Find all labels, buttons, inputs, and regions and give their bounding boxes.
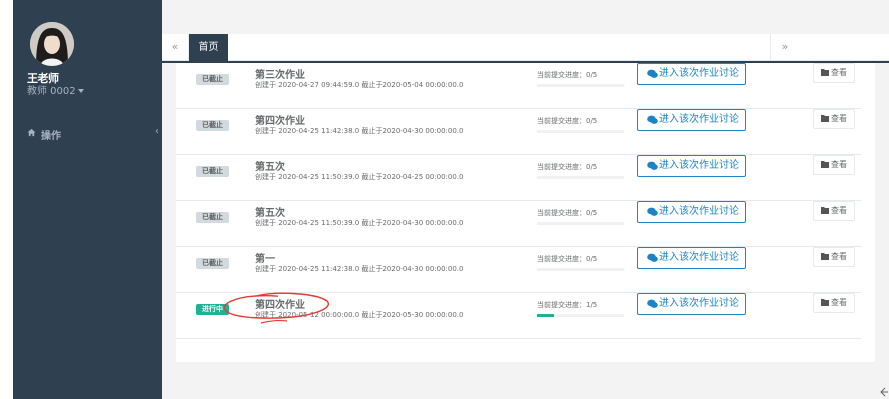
folder-icon [821, 115, 829, 122]
homework-title: 第一 [255, 254, 275, 265]
progress-bar [537, 314, 624, 317]
arrow-left-icon [880, 387, 888, 397]
main-content: « 首页 » 已截止 第三次作业 创建于 2020-04-27 09:44:59… [162, 0, 889, 399]
view-button[interactable]: 查看 [813, 201, 855, 221]
homework-row: 进行中 第四次作业 创建于 2020-05-12 00:00:00.0 截止于2… [176, 293, 861, 339]
homework-row: 已截止 第一 创建于 2020-04-25 11:42:38.0 截止于2020… [176, 247, 861, 293]
enter-discussion-label: 进入该次作业讨论 [659, 68, 739, 79]
caret-down-icon [77, 89, 84, 93]
view-label: 查看 [831, 298, 847, 307]
progress-label: 当前提交进度：0/5 [537, 209, 598, 217]
view-label: 查看 [831, 160, 847, 169]
progress-bar [537, 268, 624, 271]
progress-bar [537, 176, 624, 179]
homework-dates: 创建于 2020-04-27 09:44:59.0 截止于2020-05-04 … [255, 81, 464, 89]
enter-discussion-label: 进入该次作业讨论 [659, 114, 739, 125]
page: 王老师 教师 0002 操作 ‹ « 首页 » 已截止 第三次作业 创建于 20… [0, 0, 889, 399]
comments-icon [647, 253, 658, 262]
profile-area: 王老师 教师 0002 [13, 0, 162, 105]
tab-home[interactable]: 首页 [189, 34, 228, 61]
comments-icon [647, 69, 658, 78]
progress-label: 当前提交进度：0/5 [537, 71, 598, 79]
progress-bar [537, 84, 624, 87]
homework-row: 已截止 第五次 创建于 2020-04-25 11:50:39.0 截止于202… [176, 155, 861, 201]
sidebar-item-operations[interactable]: 操作 ‹ [13, 120, 162, 146]
enter-discussion-button[interactable]: 进入该次作业讨论 [637, 201, 746, 223]
folder-icon [821, 207, 829, 214]
scroll-tabs-left-button[interactable]: « [162, 34, 189, 61]
homework-row: 已截止 第四次作业 创建于 2020-04-25 11:42:38.0 截止于2… [176, 109, 861, 155]
homework-row: 已截止 第三次作业 创建于 2020-04-27 09:44:59.0 截止于2… [176, 63, 861, 109]
view-label: 查看 [831, 114, 847, 123]
homework-dates: 创建于 2020-05-12 00:00:00.0 截止于2020-05-30 … [255, 311, 464, 319]
status-badge: 已截止 [196, 212, 229, 223]
comments-icon [647, 115, 658, 124]
homework-title: 第三次作业 [255, 70, 305, 81]
homework-dates: 创建于 2020-04-25 11:50:39.0 截止于2020-04-25 … [255, 173, 464, 181]
homework-row: 已截止 第五次 创建于 2020-04-25 11:50:39.0 截止于202… [176, 201, 861, 247]
user-role-dropdown[interactable]: 教师 0002 [27, 82, 84, 97]
homework-title: 第四次作业 [255, 116, 305, 127]
enter-discussion-label: 进入该次作业讨论 [659, 252, 739, 263]
homework-list-panel: 已截止 第三次作业 创建于 2020-04-27 09:44:59.0 截止于2… [176, 63, 875, 362]
home-icon [27, 128, 36, 137]
homework-dates: 创建于 2020-04-25 11:42:38.0 截止于2020-04-30 … [255, 127, 464, 135]
enter-discussion-button[interactable]: 进入该次作业讨论 [637, 247, 746, 269]
status-badge: 已截止 [196, 258, 229, 269]
comments-icon [647, 207, 658, 216]
progress-bar [537, 130, 624, 133]
progress-bar [537, 222, 624, 225]
enter-discussion-button[interactable]: 进入该次作业讨论 [637, 109, 746, 131]
progress-label: 当前提交进度：1/5 [537, 301, 598, 309]
enter-discussion-label: 进入该次作业讨论 [659, 206, 739, 217]
progress-label: 当前提交进度：0/5 [537, 255, 598, 263]
enter-discussion-button[interactable]: 进入该次作业讨论 [637, 293, 746, 315]
view-button[interactable]: 查看 [813, 247, 855, 267]
tab-bar: « 首页 » [162, 34, 889, 61]
enter-discussion-button[interactable]: 进入该次作业讨论 [637, 63, 746, 85]
enter-discussion-label: 进入该次作业讨论 [659, 298, 739, 309]
progress-label: 当前提交进度：0/5 [537, 117, 598, 125]
homework-title: 第五次 [255, 208, 285, 219]
homework-title: 第四次作业 [255, 300, 305, 311]
progress-label: 当前提交进度：0/5 [537, 163, 598, 171]
homework-dates: 创建于 2020-04-25 11:42:38.0 截止于2020-04-30 … [255, 265, 464, 273]
sidebar-item-label: 操作 [41, 131, 61, 142]
view-label: 查看 [831, 206, 847, 215]
folder-icon [821, 253, 829, 260]
sidebar: 王老师 教师 0002 操作 ‹ [13, 0, 162, 399]
progress-fill [537, 314, 555, 317]
view-label: 查看 [831, 252, 847, 261]
view-label: 查看 [831, 68, 847, 77]
view-button[interactable]: 查看 [813, 155, 855, 175]
comments-icon [647, 161, 658, 170]
status-badge: 已截止 [196, 120, 229, 131]
comments-icon [647, 299, 658, 308]
view-button[interactable]: 查看 [813, 293, 855, 313]
enter-discussion-button[interactable]: 进入该次作业讨论 [637, 155, 746, 177]
status-badge: 已截止 [196, 74, 229, 85]
chevron-left-icon: ‹ [155, 126, 159, 137]
folder-icon [821, 69, 829, 76]
folder-icon [821, 299, 829, 306]
view-button[interactable]: 查看 [813, 63, 855, 83]
avatar[interactable] [30, 22, 74, 66]
status-badge: 进行中 [196, 304, 229, 315]
homework-title: 第五次 [255, 162, 285, 173]
homework-dates: 创建于 2020-04-25 11:50:39.0 截止于2020-04-30 … [255, 219, 464, 227]
view-button[interactable]: 查看 [813, 109, 855, 129]
status-badge: 已截止 [196, 166, 229, 177]
enter-discussion-label: 进入该次作业讨论 [659, 160, 739, 171]
scroll-tabs-right-button[interactable]: » [770, 34, 799, 61]
user-role: 教师 0002 [27, 86, 76, 97]
folder-icon [821, 161, 829, 168]
